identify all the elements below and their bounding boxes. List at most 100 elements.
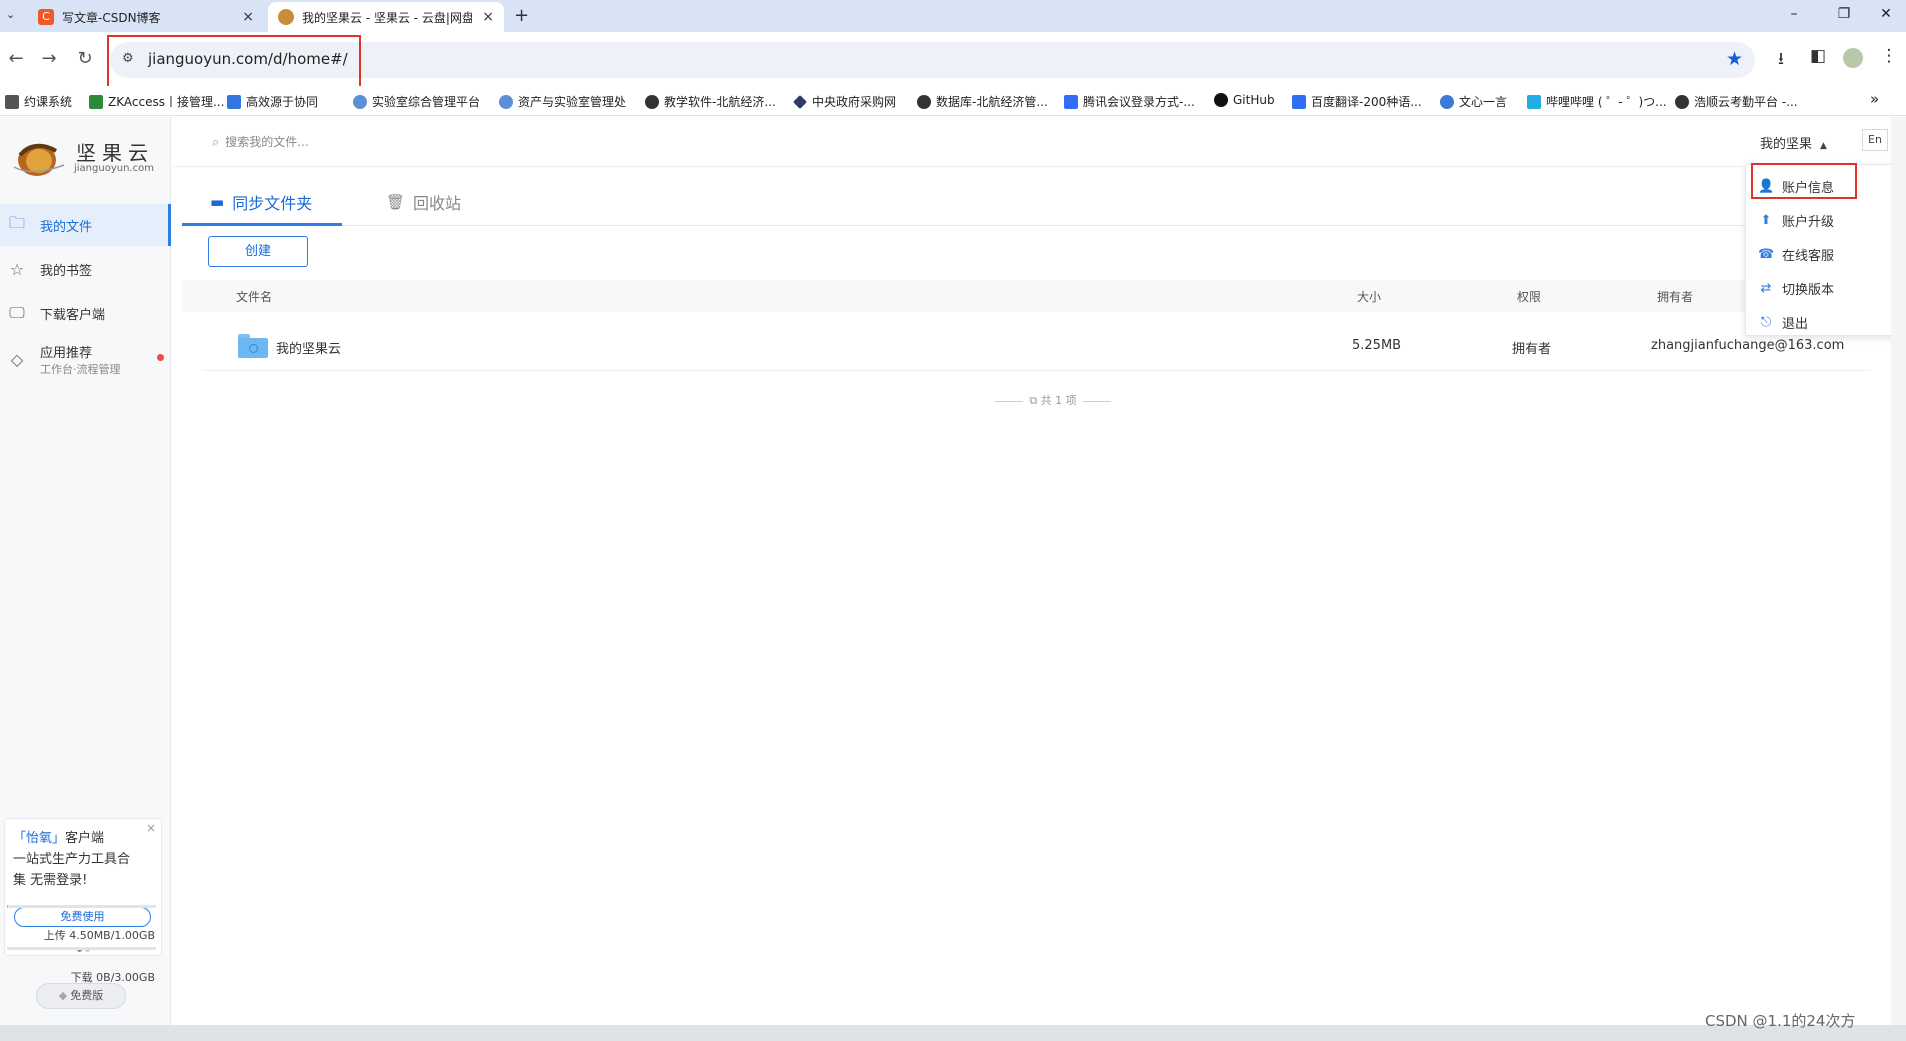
caret-up-icon: ▲ bbox=[1820, 141, 1827, 151]
bookmark-label: 中央政府采购网 bbox=[812, 95, 897, 109]
forward-icon[interactable]: → bbox=[37, 48, 61, 69]
free-use-button[interactable]: 免费使用 bbox=[14, 907, 151, 927]
browser-tab-jianguoyun[interactable]: 我的坚果云 - 坚果云 - 云盘|网盘 × bbox=[268, 2, 504, 32]
menu-item-account-upgrade[interactable]: ⬆ 账户升级 bbox=[1746, 203, 1904, 237]
reload-icon[interactable]: ↻ bbox=[73, 48, 97, 69]
column-header-permission: 权限 bbox=[1517, 290, 1542, 304]
bookmark-favicon-icon bbox=[917, 94, 931, 109]
menu-item-label: 在线客服 bbox=[1782, 248, 1835, 264]
trash-icon: 🗑 bbox=[386, 193, 406, 211]
close-icon[interactable]: × bbox=[146, 821, 156, 835]
logo-name: 坚果云 bbox=[76, 141, 154, 165]
restore-icon[interactable]: ❐ bbox=[1824, 6, 1864, 22]
bookmark-item[interactable]: 实验室综合管理平台 bbox=[353, 93, 480, 110]
bookmark-label: 浩顺云考勤平台 -... bbox=[1694, 95, 1798, 109]
bookmark-label: 腾讯会议登录方式-... bbox=[1083, 95, 1195, 109]
menu-item-label: 切换版本 bbox=[1782, 282, 1835, 298]
sidebar-item-label: 我的文件 bbox=[40, 219, 93, 235]
menu-item-online-support[interactable]: ☎ 在线客服 bbox=[1746, 237, 1904, 271]
github-icon bbox=[1214, 93, 1228, 107]
close-tab-icon[interactable]: × bbox=[482, 9, 494, 25]
menu-kebab-icon[interactable]: ⋮ bbox=[1876, 46, 1902, 66]
bookmark-item[interactable]: 约课系统 bbox=[5, 93, 72, 110]
bookmark-item[interactable]: GitHub bbox=[1214, 93, 1275, 107]
new-tab-plus-icon[interactable]: + bbox=[514, 5, 529, 26]
language-button[interactable]: En bbox=[1862, 129, 1888, 151]
app-sidebar: 坚果云 jianguoyun.com 🗀 我的文件 ☆ 我的书签 🖵 下载客户端… bbox=[0, 117, 171, 1025]
side-panel-icon[interactable]: ◧ bbox=[1805, 46, 1831, 66]
bookmark-item[interactable]: 资产与实验室管理处 bbox=[499, 93, 626, 110]
sidebar-item-my-files[interactable]: 🗀 我的文件 bbox=[0, 204, 171, 246]
sync-folder-icon bbox=[238, 334, 268, 358]
tab-recycle-bin[interactable]: 🗑 回收站 bbox=[386, 190, 461, 214]
folder-icon: 🗀 bbox=[8, 212, 25, 232]
tab-title: 写文章-CSDN博客 bbox=[62, 10, 161, 25]
table-row[interactable]: 我的坚果云 5.25MB 拥有者 zhangjianfuchange@163.c… bbox=[202, 325, 1870, 371]
promo-rest: 客户端 bbox=[65, 831, 105, 846]
bookmark-label: ZKAccess丨接管理... bbox=[108, 95, 225, 109]
bookmark-favicon-icon bbox=[1292, 94, 1306, 109]
menu-item-switch-version[interactable]: ⇄ 切换版本 bbox=[1746, 271, 1904, 305]
watermark: CSDN @1.1的24次方 bbox=[1705, 1012, 1856, 1030]
acorn-logo-icon bbox=[13, 143, 65, 176]
file-name[interactable]: 我的坚果云 bbox=[276, 338, 341, 357]
close-window-icon[interactable]: ✕ bbox=[1866, 6, 1906, 22]
menu-item-label: 账户升级 bbox=[1782, 214, 1835, 230]
bookmark-item[interactable]: 哔哩哔哩 ( ゜- ゜)つ... bbox=[1527, 93, 1667, 110]
bookmark-item[interactable]: 高效源于协同 bbox=[227, 93, 318, 110]
back-icon[interactable]: ← bbox=[4, 48, 28, 69]
bookmark-item[interactable]: 腾讯会议登录方式-... bbox=[1064, 93, 1195, 110]
user-menu-button[interactable]: 我的坚果 ▲ bbox=[1760, 133, 1827, 152]
plan-badge[interactable]: ◆ 免费版 bbox=[36, 983, 126, 1009]
search-input[interactable]: ⌕ 搜索我的文件... bbox=[212, 133, 309, 150]
column-header-name[interactable]: 文件名 bbox=[236, 288, 272, 305]
sidebar-item-bookmarks[interactable]: ☆ 我的书签 bbox=[0, 248, 171, 290]
minimize-icon[interactable]: – bbox=[1774, 6, 1814, 22]
promo-line-1: 「怡氧」客户端 bbox=[13, 827, 104, 846]
bookmark-item[interactable]: ZKAccess丨接管理... bbox=[89, 93, 224, 110]
table-header: 文件名 大小 权限 拥有者 bbox=[182, 280, 1872, 312]
bookmark-item[interactable]: 中央政府采购网 bbox=[793, 93, 896, 110]
star-icon: ☆ bbox=[9, 259, 25, 279]
url-highlight-annotation bbox=[107, 35, 361, 90]
bookmark-item[interactable]: 浩顺云考勤平台 -... bbox=[1675, 93, 1798, 110]
bookmark-item[interactable]: 文心一言 bbox=[1440, 93, 1507, 110]
monitor-icon: 🖵 bbox=[9, 303, 25, 322]
user-upgrade-icon: ⬆ bbox=[1760, 212, 1772, 228]
bookmark-favicon-icon bbox=[5, 94, 19, 109]
bookmark-item[interactable]: 数据库-北航经济管... bbox=[917, 93, 1048, 110]
bookmark-item[interactable]: 百度翻译-200种语... bbox=[1292, 93, 1422, 110]
bookmark-label: 实验室综合管理平台 bbox=[372, 95, 481, 109]
logo[interactable]: 坚果云 jianguoyun.com bbox=[12, 133, 162, 181]
sidebar-item-label: 应用推荐 bbox=[40, 345, 93, 361]
sidebar-item-app-recommend[interactable]: ◇ 应用推荐 工作台·流程管理 bbox=[0, 335, 171, 383]
plan-label: 免费版 bbox=[70, 989, 104, 1002]
file-owner: zhangjianfuchange@163.com bbox=[1651, 338, 1845, 353]
sidebar-item-download-client[interactable]: 🖵 下载客户端 bbox=[0, 292, 171, 334]
column-header-size[interactable]: 大小 bbox=[1357, 288, 1381, 305]
bookmark-item[interactable]: 教学软件-北航经济... bbox=[645, 93, 776, 110]
create-button[interactable]: 创建 bbox=[208, 236, 308, 267]
app-header: ⌕ 搜索我的文件... 我的坚果 ▲ En bbox=[172, 117, 1906, 167]
menu-item-logout[interactable]: ⎋ 退出 bbox=[1746, 305, 1904, 339]
bookmark-label: 约课系统 bbox=[24, 95, 73, 109]
tab-label: 回收站 bbox=[413, 194, 462, 213]
folder-icon: ▬ bbox=[210, 193, 225, 211]
tab-sync-folders[interactable]: ▬ 同步文件夹 bbox=[210, 190, 312, 214]
download-icon[interactable]: ⭳ bbox=[1768, 46, 1794, 75]
page-scrollbar[interactable] bbox=[1891, 117, 1906, 1025]
tab-list-chevron-icon[interactable]: ⌄ bbox=[6, 8, 15, 21]
bookmark-favicon-icon bbox=[1064, 94, 1078, 109]
bookmark-favicon-icon bbox=[353, 94, 367, 109]
close-tab-icon[interactable]: × bbox=[242, 9, 254, 25]
bookmark-favicon-icon bbox=[793, 94, 807, 109]
profile-avatar[interactable] bbox=[1843, 48, 1863, 68]
screen: ⌄ C 写文章-CSDN博客 × 我的坚果云 - 坚果云 - 云盘|网盘 × +… bbox=[0, 0, 1906, 1041]
user-menu-label: 我的坚果 bbox=[1760, 137, 1813, 152]
bookmark-favicon-icon bbox=[499, 94, 513, 109]
browser-tab-csdn[interactable]: C 写文章-CSDN博客 × bbox=[28, 2, 264, 32]
bookmark-label: 百度翻译-200种语... bbox=[1311, 95, 1422, 109]
file-size: 5.25MB bbox=[1352, 338, 1402, 353]
bookmark-star-icon[interactable]: ★ bbox=[1726, 48, 1743, 70]
more-bookmarks-icon[interactable]: » bbox=[1870, 90, 1879, 108]
